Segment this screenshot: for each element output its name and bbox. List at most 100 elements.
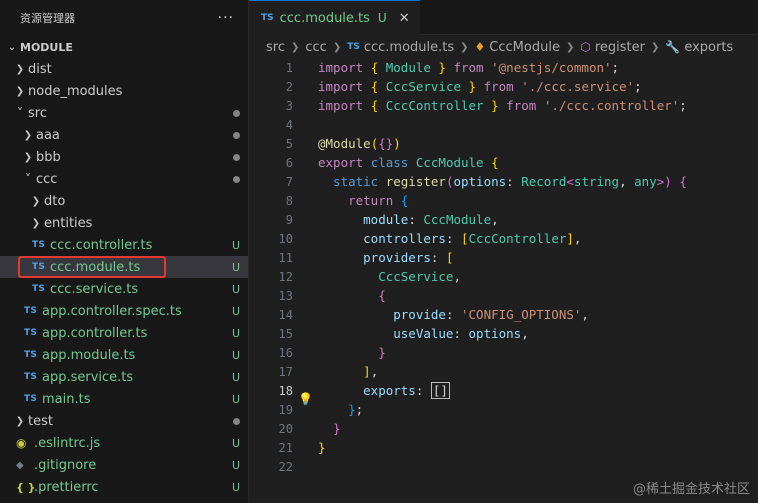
tree-item-main-ts[interactable]: TS main.ts U (0, 388, 248, 410)
workspace-name: MODULE (20, 40, 73, 54)
tree-item-dto[interactable]: ❯ dto (0, 190, 248, 212)
code-line[interactable]: 13 { (249, 286, 758, 305)
tab-ccc-module[interactable]: TS ccc.module.ts U ✕ (249, 0, 420, 35)
code-token: : (430, 250, 446, 265)
more-actions-icon[interactable]: ··· (218, 10, 234, 26)
tree-item-src[interactable]: ˅ src (0, 102, 248, 124)
chevron-down-icon: ⌄ (7, 41, 17, 53)
tree-item-app-controller-ts[interactable]: TS app.controller.ts U (0, 322, 248, 344)
untracked-badge: U (231, 326, 241, 340)
code-line[interactable]: 10 controllers: [CccController], (249, 229, 758, 248)
tree-item-ccc[interactable]: ˅ ccc (0, 168, 248, 190)
code-text: import { Module } from '@nestjs/common'; (318, 60, 619, 75)
tree-item-gitignore[interactable]: ◆ .gitignore U (0, 454, 248, 476)
code-line[interactable]: 2 import { CccService } from './ccc.servi… (249, 77, 758, 96)
breadcrumb-file[interactable]: ccc.module.ts (364, 40, 454, 55)
code-line[interactable]: 21} (249, 438, 758, 457)
modified-dot-icon (224, 131, 248, 139)
chevron-right-icon: ❯ (23, 129, 33, 141)
line-number: 12 (278, 269, 293, 284)
code-line[interactable]: 5 @Module({}) (249, 134, 758, 153)
tree-item-entities[interactable]: ❯ entities (0, 212, 248, 234)
tab-bar: TS ccc.module.ts U ✕ (249, 0, 758, 35)
code-token: , (491, 212, 499, 227)
code-line[interactable]: 8 return { (249, 191, 758, 210)
breadcrumb-src[interactable]: src (266, 40, 285, 55)
code-token: { (491, 155, 499, 170)
tree-item-eslintrc-js[interactable]: ◉ .eslintrc.js U (0, 432, 248, 454)
typescript-icon: TS (32, 240, 46, 250)
explorer-header: 资源管理器 ··· (0, 0, 248, 36)
code-line[interactable]: 9 module: CccModule, (249, 210, 758, 229)
code-editor[interactable]: 1 import { Module } from '@nestjs/common'… (249, 58, 758, 476)
breadcrumb-ccc[interactable]: ccc (305, 40, 326, 55)
code-token: Module (325, 136, 371, 151)
breadcrumb-method[interactable]: register (595, 40, 645, 55)
modified-dot-icon (224, 417, 248, 425)
tree-item-label: ccc.service.ts (50, 281, 139, 297)
tree-item-label: .prettierrc (34, 479, 99, 495)
code-line[interactable]: 12 CccService, (249, 267, 758, 286)
code-line[interactable]: 4 (249, 115, 758, 134)
tree-item-prettierrc[interactable]: { } .prettierrc U (0, 476, 248, 498)
modified-dot-icon (224, 109, 248, 117)
code-token: , (453, 269, 461, 284)
tab-label: ccc.module.ts (279, 10, 370, 26)
breadcrumb-property[interactable]: exports (684, 40, 733, 55)
code-line[interactable]: 16 } (249, 343, 758, 362)
tree-item-ccc-service-ts[interactable]: TS ccc.service.ts U (0, 278, 248, 300)
code-token: import (318, 79, 371, 94)
code-token: : (445, 307, 461, 322)
code-token: Module (385, 60, 431, 75)
code-line[interactable]: 11 providers: [ (249, 248, 758, 267)
code-line[interactable]: 7 static register(options: Record<string… (249, 172, 758, 191)
chevron-right-icon: ❯ (15, 63, 25, 75)
close-icon[interactable]: ✕ (399, 11, 410, 26)
code-line[interactable]: 1 import { Module } from '@nestjs/common'… (249, 58, 758, 77)
code-token: './ccc.service' (521, 79, 635, 94)
code-token: , (619, 174, 635, 189)
tree-item-label: .eslintrc.js (34, 435, 101, 451)
json-icon: { } (16, 480, 36, 494)
code-line[interactable]: 22 (249, 457, 758, 476)
tree-item-dist[interactable]: ❯ dist (0, 58, 248, 80)
tree-item-app-controller-spec-ts[interactable]: TS app.controller.spec.ts U (0, 300, 248, 322)
untracked-badge: U (231, 304, 241, 318)
typescript-icon: TS (24, 394, 38, 404)
code-token: export (318, 155, 371, 170)
code-token: [ (461, 231, 469, 246)
code-line[interactable]: 15 useValue: options, (249, 324, 758, 343)
code-line[interactable]: 19 }; (249, 400, 758, 419)
code-token: { (400, 193, 409, 208)
code-line[interactable]: 14 provide: 'CONFIG_OPTIONS', (249, 305, 758, 324)
code-line[interactable]: 6 export class CccModule { (249, 153, 758, 172)
code-line[interactable]: 20 } (249, 419, 758, 438)
tree-item-bbb[interactable]: ❯ bbb (0, 146, 248, 168)
breadcrumb-class[interactable]: CccModule (489, 40, 560, 55)
code-text: } (318, 421, 341, 436)
code-line[interactable]: 18 💡 exports: [] (249, 381, 758, 406)
tree-item-node-modules[interactable]: ❯ node_modules (0, 80, 248, 102)
code-line[interactable]: 17 ], (249, 362, 758, 381)
code-token: } (318, 440, 326, 455)
untracked-badge: U (231, 480, 241, 494)
line-number: 22 (278, 459, 293, 474)
tree-item-test[interactable]: ❯ test (0, 410, 248, 432)
tree-item-app-module-ts[interactable]: TS app.module.ts U (0, 344, 248, 366)
code-token: provide (318, 307, 446, 322)
untracked-badge: U (231, 260, 241, 274)
tree-item-label: src (28, 105, 47, 121)
code-token: { (370, 60, 386, 75)
tree-item-ccc-controller-ts[interactable]: TS ccc.controller.ts U (0, 234, 248, 256)
code-text: module: CccModule, (318, 212, 499, 227)
code-token: controllers (318, 231, 446, 246)
code-token: options (468, 326, 522, 341)
workspace-section-header[interactable]: ⌄ MODULE (0, 36, 248, 58)
line-number: 8 (285, 193, 293, 208)
code-line[interactable]: 3 import { CccController } from './ccc.co… (249, 96, 758, 115)
tree-item-app-service-ts[interactable]: TS app.service.ts U (0, 366, 248, 388)
tree-item-aaa[interactable]: ❯ aaa (0, 124, 248, 146)
code-token: : (445, 231, 461, 246)
tree-item-label: app.service.ts (42, 369, 134, 385)
code-token: from (483, 79, 522, 94)
